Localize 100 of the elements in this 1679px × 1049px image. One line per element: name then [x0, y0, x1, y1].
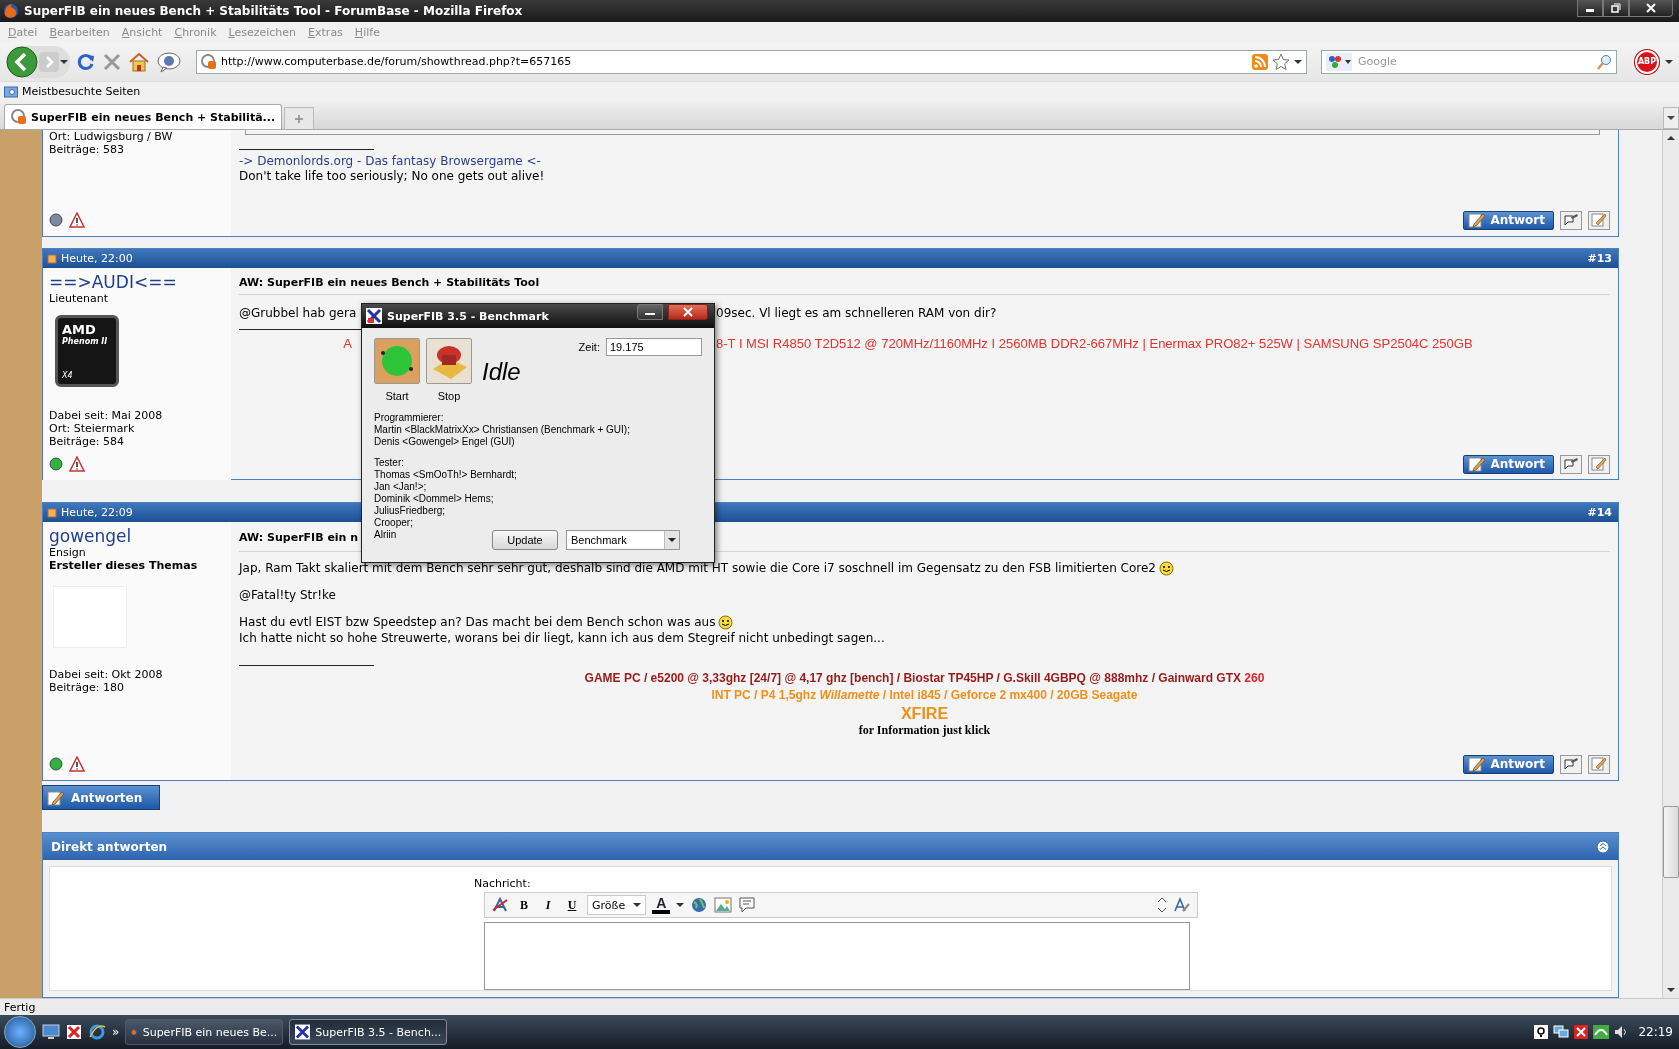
- edit-button[interactable]: [1588, 210, 1610, 230]
- reply-button[interactable]: Antwort: [1463, 754, 1554, 774]
- user-rank: Lieutenant: [49, 292, 108, 305]
- edit-icon: [1591, 757, 1607, 771]
- start-button[interactable]: Start: [374, 338, 420, 402]
- size-dropdown[interactable]: Größe: [587, 895, 647, 915]
- reload-icon[interactable]: [76, 51, 96, 72]
- credits-text: Dominik <Dommel> Hems;: [374, 493, 494, 505]
- collapse-icon[interactable]: [1596, 839, 1610, 854]
- caret-icon[interactable]: [676, 902, 685, 908]
- chat-bubble-icon[interactable]: [156, 50, 182, 73]
- restore-icon: [1611, 3, 1621, 13]
- warning-icon[interactable]: [69, 756, 85, 772]
- minimize-button[interactable]: [637, 304, 663, 320]
- desktop-icon[interactable]: [42, 1024, 60, 1040]
- quote-icon[interactable]: [738, 896, 757, 914]
- search-field[interactable]: Google: [1321, 49, 1617, 74]
- scroll-thumb[interactable]: [1663, 806, 1679, 878]
- taskbar-button[interactable]: SuperFIB 3.5 - Bench...: [289, 1019, 448, 1045]
- browser-tab[interactable]: SuperFIB ein neues Bench + Stabilitä...: [4, 104, 283, 129]
- mode-dropdown[interactable]: Benchmark: [566, 530, 680, 550]
- post-number[interactable]: #14: [1587, 506, 1612, 519]
- credits-text: Thomas <SmOoTh!> Bernhardt;: [374, 469, 517, 481]
- taskbar-button[interactable]: SuperFIB ein neues Be...: [125, 1019, 284, 1045]
- scroll-up-icon[interactable]: [1667, 135, 1675, 141]
- user-detail: Ort: Ludwigsburg / BW: [49, 130, 173, 143]
- search-engine-icon[interactable]: [1326, 52, 1352, 71]
- warning-icon[interactable]: [69, 456, 85, 472]
- minimize-button[interactable]: [1577, 0, 1603, 17]
- quote-button[interactable]: [1560, 754, 1582, 774]
- scroll-down-icon[interactable]: [1667, 987, 1675, 993]
- home-icon[interactable]: [128, 51, 150, 72]
- clear-format-icon[interactable]: [491, 896, 509, 914]
- bookmark-item[interactable]: Meistbesuchte Seiten: [22, 84, 141, 98]
- help-icon[interactable]: [1534, 1025, 1549, 1039]
- caret-icon[interactable]: [1665, 58, 1673, 65]
- update-button[interactable]: Update: [492, 530, 558, 550]
- edit-button[interactable]: [1588, 454, 1610, 474]
- username[interactable]: ==>AUDI<==: [49, 272, 177, 292]
- post-number[interactable]: #13: [1587, 252, 1612, 265]
- back-button-icon[interactable]: [6, 45, 38, 78]
- caret-icon: [633, 902, 642, 908]
- post-text: Jap, Ram Takt skaliert mit dem Bench sehr sehr gut, deshalb sind die AMD mit HT sowie die Core i7 soschnell im Gegensatz zu den FSB limitierten Core2: [239, 560, 1156, 576]
- clock: 22:19: [1638, 1025, 1673, 1039]
- post-text: Ich hatte nicht so hohe Streuwerte, worans bei dir liegt, kann ich aus dem Stegreif nicht unbedingt sagen...: [239, 630, 885, 646]
- credits-text: Crooper;: [374, 517, 413, 529]
- message-field[interactable]: [484, 922, 1190, 990]
- status-text: Fertig: [4, 1000, 36, 1014]
- globe-icon[interactable]: [690, 896, 709, 914]
- adblock-button[interactable]: ABP: [1635, 49, 1659, 74]
- tab-list-button[interactable]: [1663, 107, 1679, 129]
- post-date: Heute, 22:00: [61, 252, 133, 265]
- caret-icon: [668, 537, 676, 543]
- time-field[interactable]: 19.175: [606, 338, 702, 356]
- user-detail: Beiträge: 584: [49, 435, 124, 448]
- format-button[interactable]: I: [539, 895, 557, 915]
- folder-icon: [4, 84, 18, 98]
- post-icon: [47, 253, 57, 264]
- warning-icon[interactable]: [69, 212, 85, 228]
- smiley-icon: [718, 614, 734, 630]
- app-icon[interactable]: [66, 1024, 82, 1040]
- close-button[interactable]: [668, 304, 708, 320]
- text-mode-icon[interactable]: [1173, 896, 1191, 914]
- resize-icon[interactable]: [1157, 896, 1167, 914]
- user-detail: Dabei seit: Okt 2008: [49, 668, 163, 681]
- caret-icon[interactable]: [1294, 58, 1302, 65]
- signature-text: XFIRE: [900, 705, 949, 722]
- restore-button[interactable]: [1603, 0, 1629, 17]
- signature-link[interactable]: -> Demonlords.org - Das fantasy Browsergame <-: [239, 154, 1610, 168]
- quote-button[interactable]: [1560, 210, 1582, 230]
- username[interactable]: gowengel: [49, 526, 132, 546]
- start-button[interactable]: [4, 1016, 36, 1048]
- emergency-stop-icon: [426, 338, 472, 384]
- image-icon[interactable]: [714, 896, 733, 914]
- signature-text: INT PC / P4 1,5ghz Willamette / Intel i845 / Geforce 2 mx400 / 20GB Seagate: [711, 688, 1138, 702]
- format-button[interactable]: B: [515, 895, 533, 915]
- font-color-button[interactable]: A: [652, 896, 671, 914]
- close-icon: [1646, 3, 1656, 13]
- post-text: @Fatal!ty Str!ke: [239, 587, 336, 603]
- reply-button[interactable]: Antworten: [42, 785, 160, 810]
- scrollbar[interactable]: [1662, 130, 1679, 998]
- format-button[interactable]: U: [563, 895, 581, 915]
- browser-icon[interactable]: [88, 1023, 106, 1041]
- dialog-title: SuperFIB 3.5 - Benchmark: [387, 309, 549, 323]
- stop-button[interactable]: Stop: [426, 338, 472, 402]
- address-bar[interactable]: http://www.computerbase.de/forum/showthread.php?t=657165: [196, 49, 1307, 74]
- caret-icon[interactable]: [60, 58, 68, 65]
- close-button[interactable]: [1629, 0, 1673, 17]
- star-icon[interactable]: [1272, 52, 1290, 71]
- reply-button[interactable]: Antwort: [1463, 454, 1554, 474]
- reply-button[interactable]: Antwort: [1463, 210, 1554, 230]
- search-icon[interactable]: [1596, 53, 1612, 70]
- edit-button[interactable]: [1588, 754, 1610, 774]
- quote-icon: [1563, 213, 1579, 227]
- post-text: Don't take life too seriously; No one gets out alive!: [239, 168, 545, 184]
- field-label: Nachricht:: [474, 877, 532, 890]
- overflow-chevron[interactable]: »: [112, 1025, 120, 1039]
- network-icon[interactable]: [1553, 1025, 1570, 1039]
- quote-button[interactable]: [1560, 454, 1582, 474]
- speaker-icon[interactable]: [1614, 1025, 1629, 1039]
